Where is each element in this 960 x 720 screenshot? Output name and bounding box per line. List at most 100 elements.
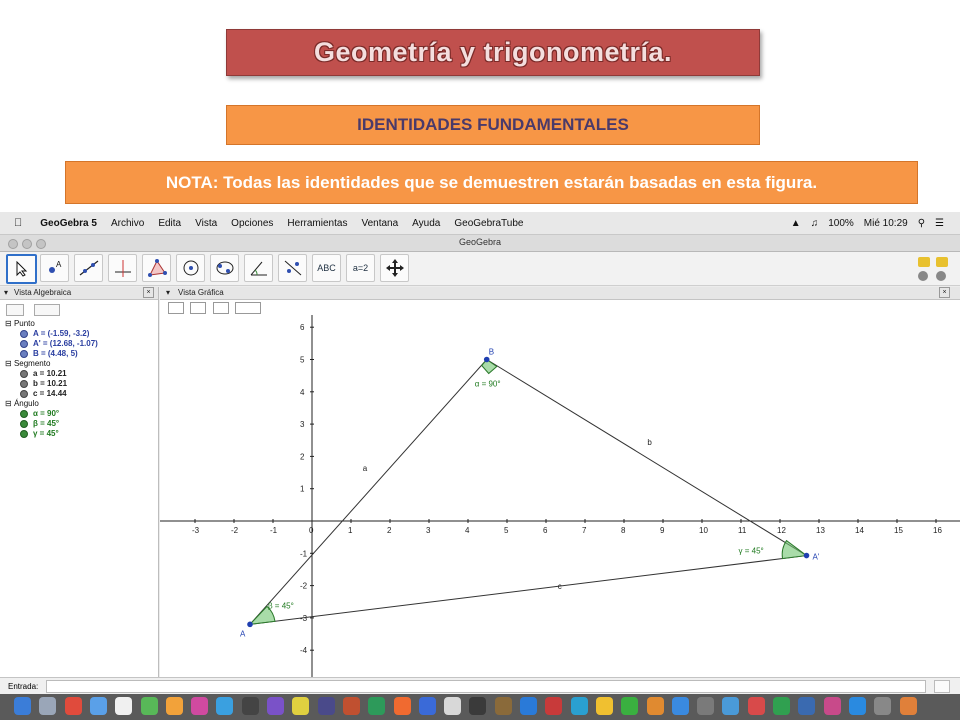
sort-by-button[interactable]: [34, 304, 61, 316]
app-icon[interactable]: [874, 697, 892, 715]
algebra-category[interactable]: ⊟ Ángulo: [5, 399, 39, 408]
polygon-tool[interactable]: [142, 254, 171, 282]
outlook-icon[interactable]: [595, 697, 613, 715]
collapse-icon[interactable]: ▾: [166, 288, 170, 297]
chrome-icon[interactable]: [64, 697, 82, 715]
algebra-item[interactable]: a = 10.21: [20, 369, 67, 378]
help-icon[interactable]: [918, 271, 928, 281]
word-icon[interactable]: [494, 697, 512, 715]
wifi-icon[interactable]: ▲: [791, 218, 801, 229]
notes-icon[interactable]: [191, 697, 209, 715]
collapse-icon[interactable]: ⊟: [5, 319, 14, 328]
algebra-item[interactable]: c = 14.44: [20, 389, 67, 398]
segment-b[interactable]: [486, 359, 807, 556]
algebra-item[interactable]: β = 45°: [20, 419, 59, 428]
visibility-toggle-icon[interactable]: [20, 339, 28, 348]
circle-through-points-tool[interactable]: [210, 254, 239, 282]
home-icon[interactable]: [212, 302, 229, 314]
undo-icon[interactable]: [918, 257, 930, 267]
app-icon[interactable]: [722, 697, 740, 715]
menu-geogebratube[interactable]: GeoGebraTube: [454, 218, 523, 229]
facetime-icon[interactable]: [317, 697, 335, 715]
books-icon[interactable]: [368, 697, 386, 715]
graphics-canvas[interactable]: -3 -2 -1 0 1 2 3 4 5 6 7 8 9 10 11 12 13 14 15 16654321-1-2…: [160, 315, 960, 677]
algebra-item[interactable]: A = (-1.59, -3.2): [20, 329, 89, 338]
menu-app-name[interactable]: GeoGebra 5: [40, 218, 97, 229]
move-view-tool[interactable]: [380, 254, 409, 282]
excel-icon[interactable]: [545, 697, 563, 715]
menu-opciones[interactable]: Opciones: [231, 218, 273, 229]
menu-ayuda[interactable]: Ayuda: [412, 218, 440, 229]
visibility-toggle-icon[interactable]: [20, 389, 28, 398]
geogebra-icon[interactable]: [621, 697, 639, 715]
messages-icon[interactable]: [292, 697, 310, 715]
algebra-category[interactable]: ⊟ Punto: [5, 319, 35, 328]
perpendicular-tool[interactable]: [108, 254, 137, 282]
apple-icon[interactable]: : [14, 217, 22, 229]
onenote-icon[interactable]: [570, 697, 588, 715]
point-tool[interactable]: A: [40, 254, 69, 282]
close-icon[interactable]: ×: [143, 287, 154, 298]
volume-icon[interactable]: ♫: [811, 218, 819, 229]
visibility-toggle-icon[interactable]: [20, 329, 28, 338]
settings-icon[interactable]: [936, 271, 946, 281]
visibility-toggle-icon[interactable]: [20, 419, 28, 428]
battery-label[interactable]: 100%: [828, 218, 854, 229]
reflect-tool[interactable]: [278, 254, 307, 282]
visibility-toggle-icon[interactable]: [20, 409, 28, 418]
menu-herramientas[interactable]: Herramientas: [287, 218, 347, 229]
app-icon[interactable]: [747, 697, 765, 715]
preferences-icon[interactable]: [418, 697, 436, 715]
algebra-item[interactable]: γ = 45°: [20, 429, 59, 438]
grid-toggle-button[interactable]: [190, 302, 207, 314]
point-b[interactable]: [483, 356, 490, 363]
app-icon[interactable]: [798, 697, 816, 715]
text-tool[interactable]: ABC: [312, 254, 341, 282]
visibility-toggle-icon[interactable]: [20, 379, 28, 388]
toggle-auxiliary-button[interactable]: [6, 304, 24, 316]
menu-vista[interactable]: Vista: [195, 218, 217, 229]
reminders-icon[interactable]: [216, 697, 234, 715]
calendar-icon[interactable]: [165, 697, 183, 715]
terminal-icon[interactable]: [469, 697, 487, 715]
segment-c[interactable]: [249, 555, 807, 625]
algebra-category[interactable]: ⊟ Segmento: [5, 359, 50, 368]
itunes-icon[interactable]: [342, 697, 360, 715]
angle-tool[interactable]: [244, 254, 273, 282]
circle-tool[interactable]: [176, 254, 205, 282]
app-icon[interactable]: [823, 697, 841, 715]
visibility-toggle-icon[interactable]: [20, 429, 28, 438]
algebra-item[interactable]: A' = (12.68, -1.07): [20, 339, 98, 348]
input-field[interactable]: [46, 680, 926, 693]
input-help-button[interactable]: [934, 680, 950, 693]
segment-a[interactable]: [249, 359, 488, 625]
app-icon[interactable]: [848, 697, 866, 715]
search-icon[interactable]: ⚲: [918, 218, 925, 229]
app-store-icon[interactable]: [393, 697, 411, 715]
redo-icon[interactable]: [936, 257, 948, 267]
photos-icon[interactable]: [267, 697, 284, 715]
collapse-icon[interactable]: ⊟: [5, 399, 14, 408]
app-icon[interactable]: [646, 697, 664, 715]
point-capturing-button[interactable]: [235, 302, 262, 314]
collapse-icon[interactable]: ⊟: [5, 359, 14, 368]
launchpad-icon[interactable]: [39, 697, 57, 715]
preview-icon[interactable]: [444, 697, 462, 715]
point-a[interactable]: [247, 621, 253, 628]
app-icon[interactable]: [773, 697, 790, 715]
slider-tool[interactable]: a=2: [346, 254, 375, 282]
mail-icon[interactable]: [115, 697, 133, 715]
algebra-item[interactable]: α = 90°: [20, 409, 59, 418]
menu-ventana[interactable]: Ventana: [361, 218, 398, 229]
menu-archivo[interactable]: Archivo: [111, 218, 144, 229]
algebra-item[interactable]: b = 10.21: [20, 379, 67, 388]
visibility-toggle-icon[interactable]: [20, 349, 28, 358]
safari-icon[interactable]: [89, 697, 107, 715]
visibility-toggle-icon[interactable]: [20, 369, 28, 378]
close-icon[interactable]: ×: [939, 287, 950, 298]
move-tool[interactable]: [6, 254, 37, 284]
powerpoint-icon[interactable]: [520, 697, 537, 715]
contacts-icon[interactable]: [140, 697, 158, 715]
axes-toggle-button[interactable]: [168, 302, 184, 314]
folder-icon[interactable]: [899, 697, 917, 715]
